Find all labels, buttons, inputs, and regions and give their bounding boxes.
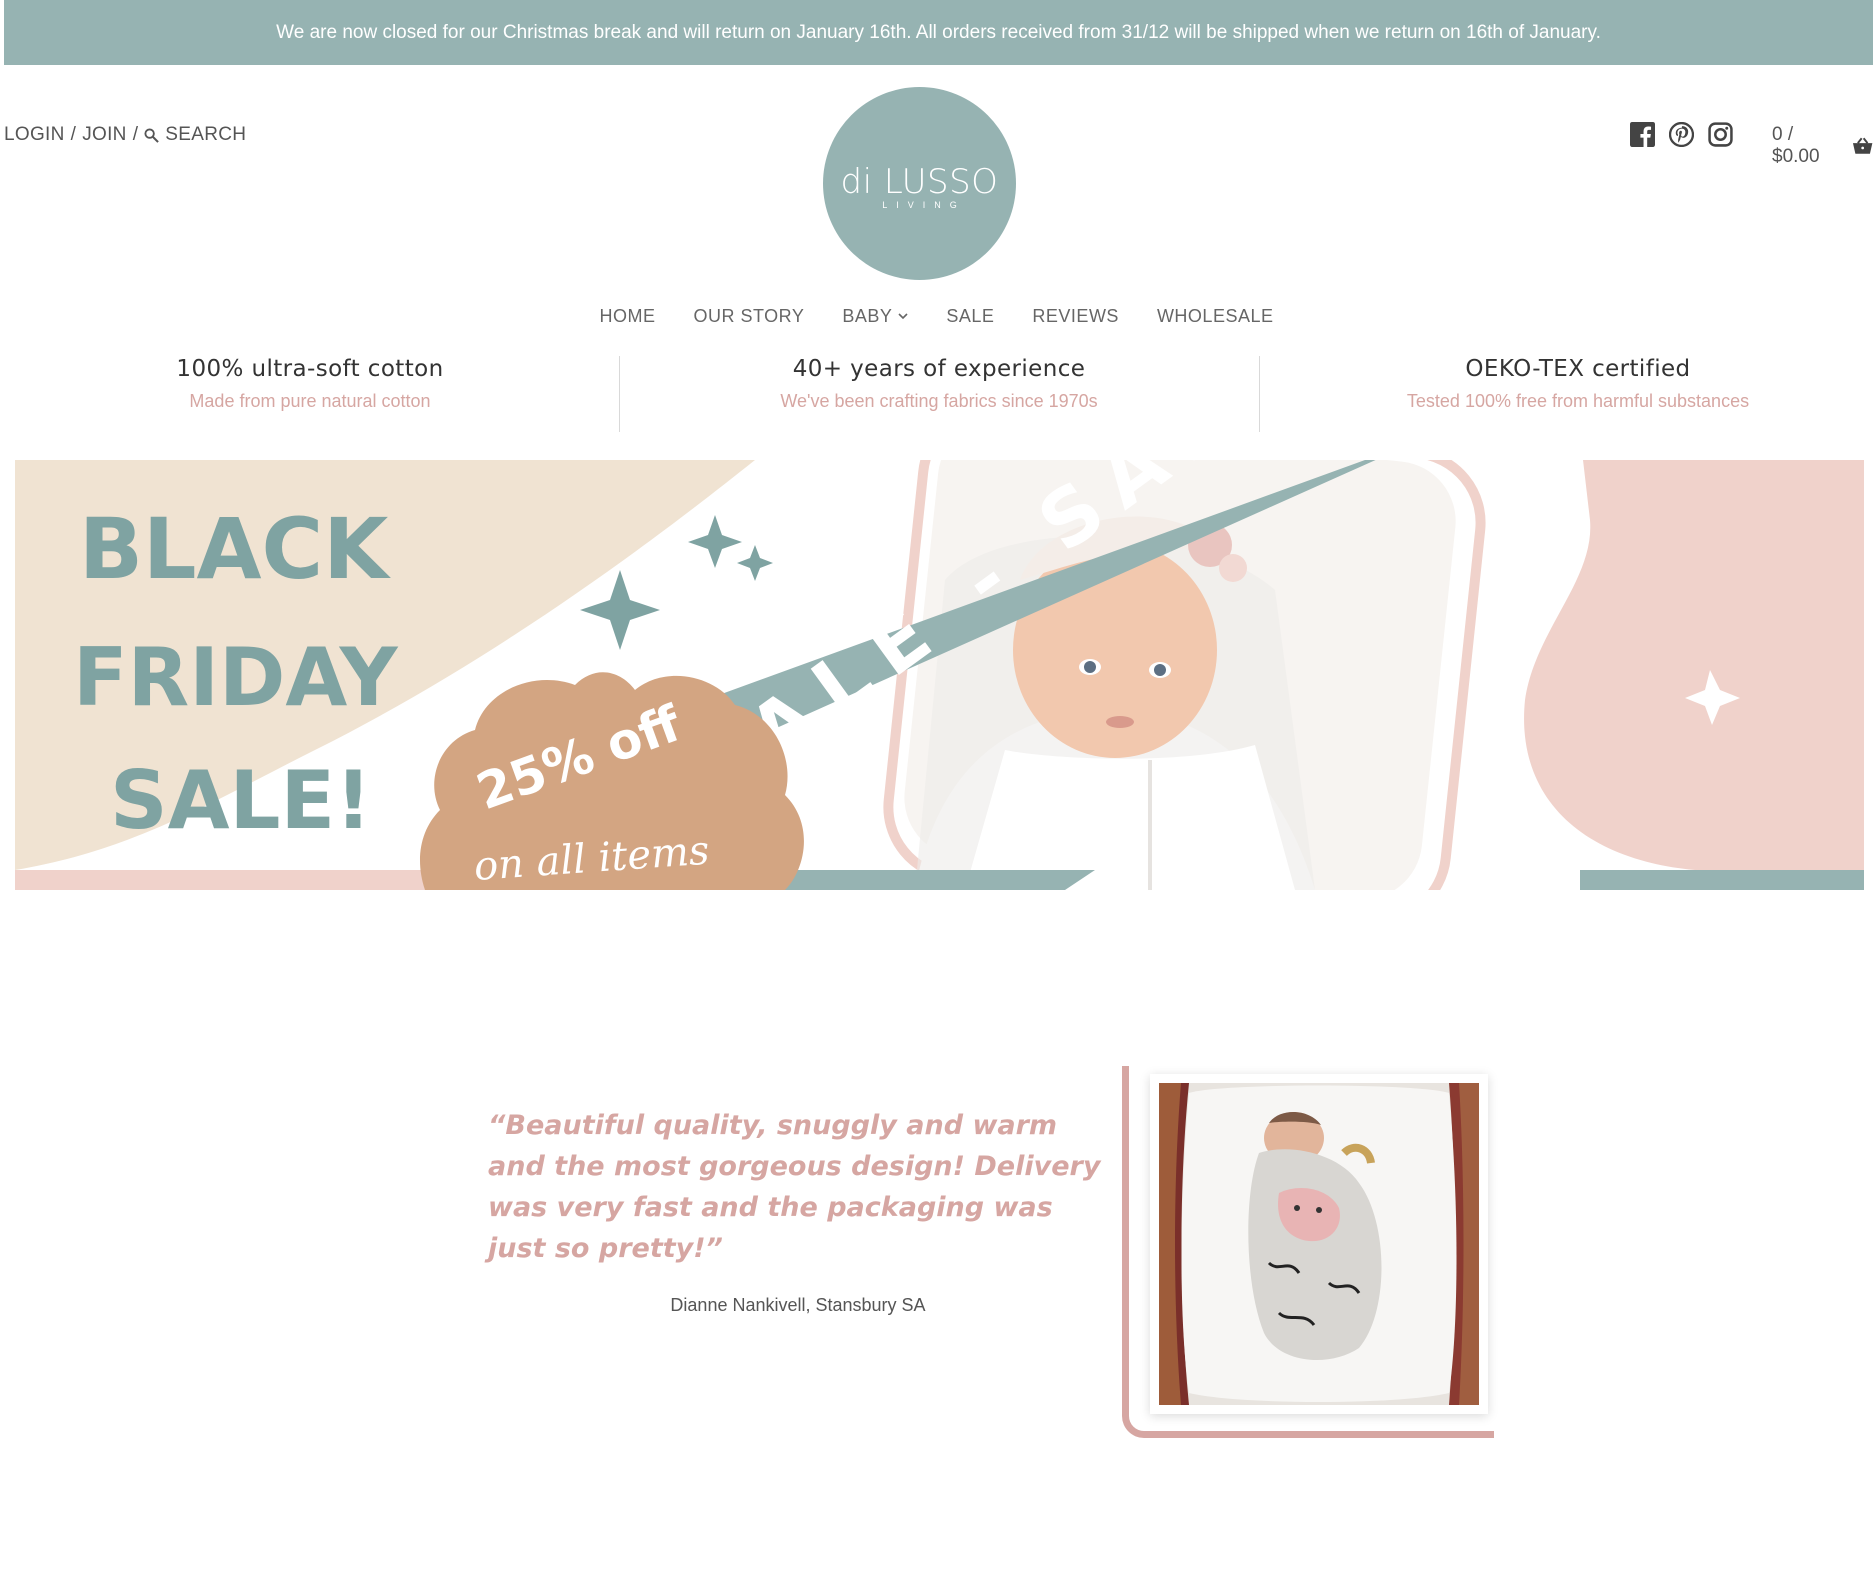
separator: / [132,124,139,145]
headline-friday: FRIDAY [73,631,399,724]
cart-link[interactable]: 0 / $0.00 [1772,124,1873,168]
site-logo[interactable]: di LUSSO LIVING [823,87,1016,280]
testimonial-photo [1150,1074,1488,1414]
join-link[interactable]: JOIN [82,124,126,146]
cart-total: 0 / $0.00 [1772,124,1820,167]
feature-title: OEKO-TEX certified [1465,356,1691,382]
feature-title: 100% ultra-soft cotton [176,356,444,382]
feature-title: 40+ years of experience [792,356,1086,382]
banner-headline: BLACK FRIDAY SALE! [73,500,399,847]
feature-desc: Tested 100% free from harmful substances [1406,391,1750,411]
announcement-bar: We are now closed for our Christmas brea… [4,0,1873,65]
feature-desc: We've been crafting fabrics since 1970s [780,391,1098,411]
separator: / [70,124,77,145]
testimonial-quote: “Beautiful quality, snuggly and warm and… [488,1110,1101,1264]
account-links: LOGIN / JOIN / SEARCH [4,124,246,146]
nav-baby[interactable]: BABY [842,306,908,327]
nav-reviews[interactable]: REVIEWS [1032,306,1119,327]
search-label: SEARCH [165,124,247,145]
feature-divider [619,356,620,432]
nav-wholesale[interactable]: WHOLESALE [1157,306,1274,327]
headline-sale: SALE! [110,754,372,847]
banner-bottom-blush [15,870,435,890]
feature-experience: 40+ years of experience We've been craft… [629,356,1249,412]
pinterest-icon[interactable] [1668,121,1695,148]
search-icon [144,127,160,143]
nav-sale[interactable]: SALE [946,306,994,327]
nav-home[interactable]: HOME [600,306,656,327]
testimonial-author: Dianne Nankivell, Stansbury SA [670,1295,926,1315]
baby-in-bassinet-image [1159,1083,1479,1405]
testimonial: “Beautiful quality, snuggly and warm and… [488,1105,1108,1316]
logo-subtitle: LIVING [882,199,966,210]
black-friday-banner[interactable]: ALE - SALE 25% off on all items BLACK FR… [15,460,1864,890]
feature-desc: Made from pure natural cotton [189,391,431,411]
nav-our-story[interactable]: OUR STORY [694,306,805,327]
feature-oeko-tex: OEKO-TEX certified Tested 100% free from… [1268,356,1873,412]
logo-brand: di LUSSO [840,161,999,202]
headline-black: BLACK [79,500,391,598]
chevron-down-icon [898,313,908,320]
main-nav: HOME OUR STORY BABY SALE REVIEWS WHOLESA… [0,306,1873,327]
banner-bottom-teal [1580,870,1864,890]
feature-divider [1259,356,1260,432]
instagram-icon[interactable] [1708,122,1733,147]
banner-graphic: ALE - SALE 25% off on all items BLACK FR… [15,460,1864,890]
search-link[interactable]: SEARCH [144,124,246,146]
features-strip: 100% ultra-soft cotton Made from pure na… [0,356,1873,432]
nav-baby-label: BABY [842,306,893,326]
facebook-icon[interactable] [1630,122,1655,147]
login-link[interactable]: LOGIN [4,124,65,146]
social-links [1630,121,1733,148]
feature-cotton: 100% ultra-soft cotton Made from pure na… [0,356,620,412]
basket-icon [1852,137,1873,154]
